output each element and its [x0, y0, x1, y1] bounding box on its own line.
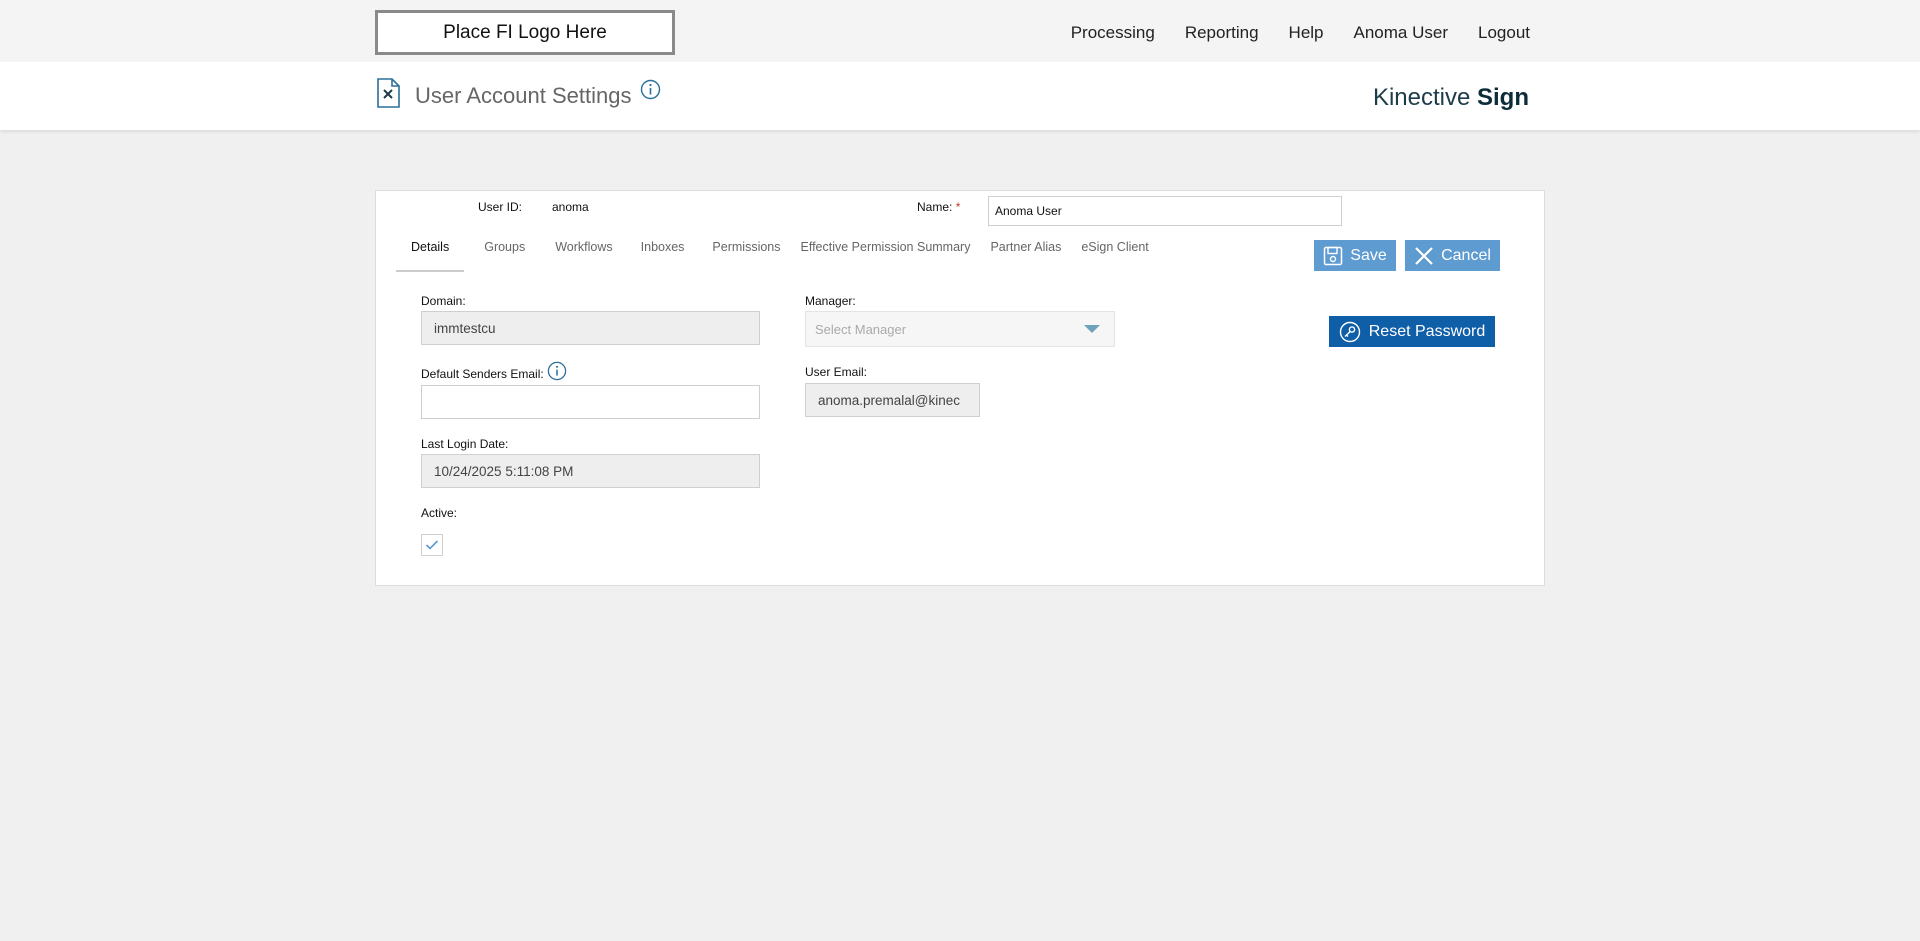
account-settings-panel: User ID: anoma Name: * Details Groups Wo…	[375, 190, 1545, 586]
tab-details[interactable]: Details	[396, 238, 465, 272]
tab-partner-alias[interactable]: Partner Alias	[980, 238, 1071, 272]
active-checkbox[interactable]	[421, 534, 443, 556]
tab-effective-permission-summary[interactable]: Effective Permission Summary	[791, 238, 981, 272]
brand-name: Kinective	[1372, 84, 1471, 111]
chevron-down-icon	[1084, 325, 1100, 333]
reset-password-label: Reset Password	[1368, 322, 1486, 340]
nav-logout[interactable]: Logout	[1478, 23, 1530, 43]
title-bar: User Account Settings Kinective Sign	[0, 62, 1920, 130]
info-icon[interactable]	[640, 79, 661, 100]
nav-processing[interactable]: Processing	[1071, 23, 1155, 43]
tab-permissions[interactable]: Permissions	[702, 238, 790, 272]
user-id-label: User ID:	[478, 200, 523, 214]
domain-field: immtestcu	[421, 311, 760, 345]
nav-user-menu[interactable]: Anoma User	[1354, 23, 1448, 43]
page-title: User Account Settings	[415, 83, 632, 108]
tab-inboxes[interactable]: Inboxes	[631, 238, 695, 272]
close-icon	[1415, 246, 1433, 265]
brand-logo: Kinective Sign	[1373, 84, 1529, 112]
save-label: Save	[1350, 246, 1387, 264]
document-settings-icon	[377, 78, 400, 108]
default-senders-email-input[interactable]	[421, 385, 760, 419]
nav-help[interactable]: Help	[1289, 23, 1324, 43]
tab-esign-client[interactable]: eSign Client	[1071, 238, 1158, 272]
top-nav: Processing Reporting Help Anoma User Log…	[1071, 0, 1530, 66]
last-login-date-label: Last Login Date:	[421, 437, 509, 451]
last-login-date-field: 10/24/2025 5:11:08 PM	[421, 454, 760, 488]
name-label: Name: *	[917, 200, 960, 214]
user-id-value: anoma	[552, 200, 589, 214]
checkmark-icon	[425, 540, 439, 550]
default-senders-email-label: Default Senders Email:	[421, 367, 544, 381]
required-marker: *	[955, 200, 961, 214]
tab-workflows[interactable]: Workflows	[545, 238, 622, 272]
manager-placeholder: Select Manager	[815, 321, 907, 337]
cancel-button[interactable]: Cancel	[1405, 240, 1500, 271]
tab-bar: Details Groups Workflows Inboxes Permiss…	[396, 238, 1159, 272]
domain-label: Domain:	[421, 294, 466, 308]
save-icon	[1324, 246, 1343, 265]
tab-groups[interactable]: Groups	[474, 238, 535, 272]
manager-select[interactable]: Select Manager	[805, 311, 1115, 347]
name-input[interactable]	[988, 196, 1342, 226]
top-header: Place FI Logo Here Processing Reporting …	[0, 0, 1920, 62]
cancel-label: Cancel	[1441, 246, 1491, 264]
name-label-text: Name:	[917, 200, 953, 214]
user-email-label: User Email:	[805, 365, 868, 379]
nav-reporting[interactable]: Reporting	[1185, 23, 1259, 43]
fi-logo-placeholder: Place FI Logo Here	[375, 10, 675, 55]
brand-product: Sign	[1477, 84, 1529, 111]
active-label: Active:	[421, 506, 458, 520]
user-email-field: anoma.premalal@kinec	[805, 383, 980, 417]
reset-password-button[interactable]: Reset Password	[1329, 316, 1495, 347]
key-icon	[1339, 321, 1360, 342]
manager-label: Manager:	[805, 294, 856, 308]
info-icon[interactable]	[547, 361, 567, 381]
save-button[interactable]: Save	[1314, 240, 1396, 271]
